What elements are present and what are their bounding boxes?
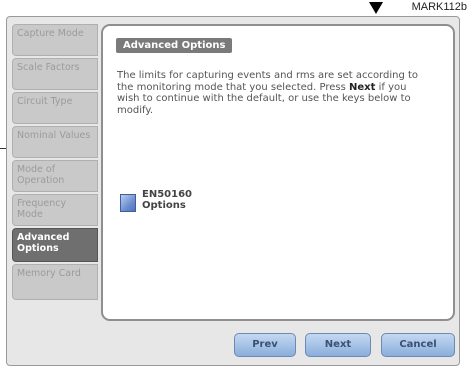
callout-arrow-icon <box>369 2 383 14</box>
sidebar-item-nominal-values[interactable]: Nominal Values <box>12 126 98 158</box>
sidebar-item-memory-card[interactable]: Memory Card <box>12 264 98 300</box>
sidebar-item-scale-factors[interactable]: Scale Factors <box>12 58 98 90</box>
sidebar-item-label: Nominal Values <box>17 130 91 141</box>
instructions-next-keyword: Next <box>349 81 376 93</box>
option-label-line-1: EN50160 <box>142 189 192 200</box>
sidebar-item-circuit-type[interactable]: Circuit Type <box>12 92 98 124</box>
settings-box-icon <box>120 194 136 212</box>
sidebar-item-frequency-mode[interactable]: Frequency Mode <box>12 194 98 226</box>
sidebar-item-label: Mode of Operation <box>17 164 65 186</box>
sidebar-item-label: Circuit Type <box>17 96 73 107</box>
option-label: EN50160 Options <box>142 189 192 211</box>
panel-title: Advanced Options <box>116 38 233 53</box>
sidebar-item-label: Advanced Options <box>17 232 70 254</box>
option-label-line-2: Options <box>142 200 186 211</box>
panel-instructions: The limits for capturing events and rms … <box>117 70 429 116</box>
prev-button[interactable]: Prev <box>234 333 296 357</box>
cancel-button[interactable]: Cancel <box>381 333 455 357</box>
sidebar-item-label: Capture Mode <box>17 28 84 39</box>
callout-label: MARK112b <box>411 1 467 13</box>
sidebar-item-label: Memory Card <box>17 268 81 279</box>
setup-sidebar: Capture Mode Scale Factors Circuit Type … <box>12 24 98 329</box>
advanced-options-panel: Advanced Options The limits for capturin… <box>101 24 455 321</box>
sidebar-item-label: Scale Factors <box>17 62 80 73</box>
sidebar-item-advanced-options[interactable]: Advanced Options <box>12 228 98 262</box>
en50160-options-item[interactable]: EN50160 Options <box>120 188 320 220</box>
sidebar-item-mode-of-operation[interactable]: Mode of Operation <box>12 160 98 192</box>
sidebar-item-label: Frequency Mode <box>17 198 67 220</box>
sidebar-item-capture-mode[interactable]: Capture Mode <box>12 24 98 56</box>
next-button[interactable]: Next <box>305 333 371 357</box>
